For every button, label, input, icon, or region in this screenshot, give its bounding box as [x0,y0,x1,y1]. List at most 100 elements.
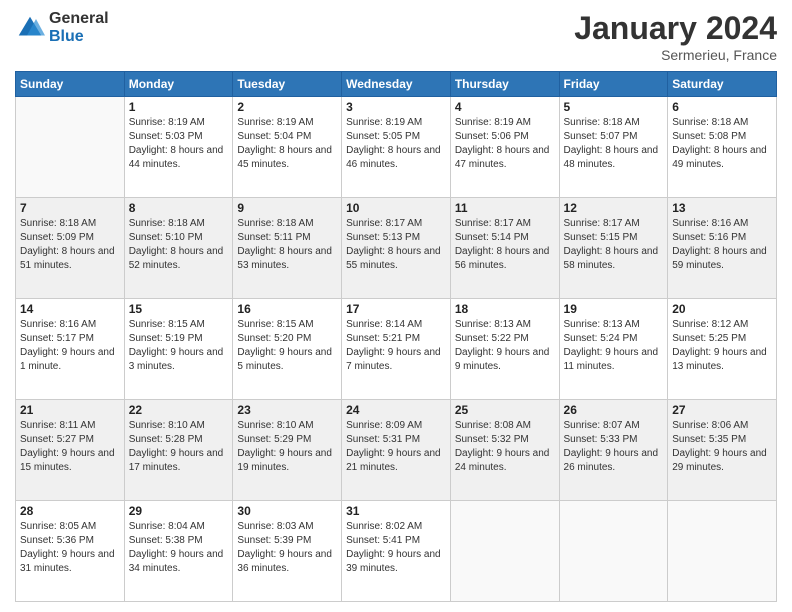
day-info: Sunrise: 8:10 AMSunset: 5:29 PMDaylight:… [237,419,337,475]
calendar-cell: 5 Sunrise: 8:18 AMSunset: 5:07 PMDaylight… [559,97,668,198]
day-info: Sunrise: 8:12 AMSunset: 5:25 PMDaylight:… [672,318,772,374]
day-number: 28 [20,504,120,518]
day-number: 23 [237,403,337,417]
day-info: Sunrise: 8:19 AMSunset: 5:03 PMDaylight:… [129,116,229,172]
day-number: 7 [20,201,120,215]
week-row-4: 21Sunrise: 8:11 AMSunset: 5:27 PMDayligh… [16,400,777,501]
logo: General Blue [15,10,109,45]
calendar-cell: 7 Sunrise: 8:18 AMSunset: 5:09 PMDaylight… [16,198,125,299]
day-info: Sunrise: 8:05 AMSunset: 5:36 PMDaylight:… [20,520,120,576]
calendar-cell: 6 Sunrise: 8:18 AMSunset: 5:08 PMDaylight… [668,97,777,198]
week-row-5: 28 Sunrise: 8:05 AMSunset: 5:36 PMDayligh… [16,501,777,602]
day-number: 17 [346,302,446,316]
day-number: 31 [346,504,446,518]
calendar-cell [450,501,559,602]
calendar-cell: 15 Sunrise: 8:15 AMSunset: 5:19 PMDayligh… [124,299,233,400]
day-number: 13 [672,201,772,215]
day-info: Sunrise: 8:18 AMSunset: 5:07 PMDaylight:… [564,116,664,172]
day-number: 8 [129,201,229,215]
calendar-cell: 13 Sunrise: 8:16 AMSunset: 5:16 PMDayligh… [668,198,777,299]
calendar-cell: 29Sunrise: 8:04 AMSunset: 5:38 PMDayligh… [124,501,233,602]
day-info: Sunrise: 8:18 AMSunset: 5:10 PMDaylight:… [129,217,229,273]
week-row-1: 1 Sunrise: 8:19 AMSunset: 5:03 PMDaylight… [16,97,777,198]
day-info: Sunrise: 8:19 AMSunset: 5:05 PMDaylight:… [346,116,446,172]
calendar-cell [16,97,125,198]
weekday-header-sunday: Sunday [16,72,125,97]
calendar-cell: 26 Sunrise: 8:07 AMSunset: 5:33 PMDayligh… [559,400,668,501]
day-info: Sunrise: 8:14 AMSunset: 5:21 PMDaylight:… [346,318,446,374]
day-info: Sunrise: 8:07 AMSunset: 5:33 PMDaylight:… [564,419,664,475]
day-info: Sunrise: 8:15 AMSunset: 5:20 PMDaylight:… [237,318,337,374]
calendar-cell: 17 Sunrise: 8:14 AMSunset: 5:21 PMDayligh… [342,299,451,400]
weekday-header-monday: Monday [124,72,233,97]
day-number: 15 [129,302,229,316]
title-block: January 2024 Sermerieu, France [574,10,777,63]
day-info: Sunrise: 8:13 AMSunset: 5:22 PMDaylight:… [455,318,555,374]
day-info: Sunrise: 8:19 AMSunset: 5:06 PMDaylight:… [455,116,555,172]
calendar-cell: 1 Sunrise: 8:19 AMSunset: 5:03 PMDaylight… [124,97,233,198]
day-info: Sunrise: 8:15 AMSunset: 5:19 PMDaylight:… [129,318,229,374]
day-number: 2 [237,100,337,114]
day-info: Sunrise: 8:17 AMSunset: 5:13 PMDaylight:… [346,217,446,273]
day-number: 14 [20,302,120,316]
weekday-header-tuesday: Tuesday [233,72,342,97]
calendar-cell: 31 Sunrise: 8:02 AMSunset: 5:41 PMDayligh… [342,501,451,602]
day-info: Sunrise: 8:06 AMSunset: 5:35 PMDaylight:… [672,419,772,475]
calendar-cell: 14Sunrise: 8:16 AMSunset: 5:17 PMDayligh… [16,299,125,400]
day-info: Sunrise: 8:17 AMSunset: 5:15 PMDaylight:… [564,217,664,273]
header: General Blue January 2024 Sermerieu, Fra… [15,10,777,63]
calendar-cell: 19Sunrise: 8:13 AMSunset: 5:24 PMDayligh… [559,299,668,400]
subtitle: Sermerieu, France [574,47,777,63]
weekday-header-row: SundayMondayTuesdayWednesdayThursdayFrid… [16,72,777,97]
day-number: 26 [564,403,664,417]
day-number: 22 [129,403,229,417]
calendar-cell: 2 Sunrise: 8:19 AMSunset: 5:04 PMDaylight… [233,97,342,198]
week-row-3: 14Sunrise: 8:16 AMSunset: 5:17 PMDayligh… [16,299,777,400]
day-info: Sunrise: 8:16 AMSunset: 5:16 PMDaylight:… [672,217,772,273]
day-number: 18 [455,302,555,316]
day-number: 10 [346,201,446,215]
day-info: Sunrise: 8:18 AMSunset: 5:08 PMDaylight:… [672,116,772,172]
calendar-cell: 28 Sunrise: 8:05 AMSunset: 5:36 PMDayligh… [16,501,125,602]
calendar-cell: 8 Sunrise: 8:18 AMSunset: 5:10 PMDaylight… [124,198,233,299]
day-number: 9 [237,201,337,215]
day-info: Sunrise: 8:02 AMSunset: 5:41 PMDaylight:… [346,520,446,576]
weekday-header-thursday: Thursday [450,72,559,97]
calendar-cell: 3Sunrise: 8:19 AMSunset: 5:05 PMDaylight… [342,97,451,198]
day-number: 25 [455,403,555,417]
day-info: Sunrise: 8:19 AMSunset: 5:04 PMDaylight:… [237,116,337,172]
calendar-cell: 12 Sunrise: 8:17 AMSunset: 5:15 PMDayligh… [559,198,668,299]
day-info: Sunrise: 8:09 AMSunset: 5:31 PMDaylight:… [346,419,446,475]
calendar-cell: 16 Sunrise: 8:15 AMSunset: 5:20 PMDayligh… [233,299,342,400]
day-number: 5 [564,100,664,114]
logo-general: General [49,10,109,28]
day-info: Sunrise: 8:03 AMSunset: 5:39 PMDaylight:… [237,520,337,576]
calendar-cell: 4 Sunrise: 8:19 AMSunset: 5:06 PMDaylight… [450,97,559,198]
day-number: 12 [564,201,664,215]
calendar-cell: 27 Sunrise: 8:06 AMSunset: 5:35 PMDayligh… [668,400,777,501]
day-number: 16 [237,302,337,316]
calendar-cell [668,501,777,602]
day-number: 1 [129,100,229,114]
weekday-header-friday: Friday [559,72,668,97]
day-info: Sunrise: 8:18 AMSunset: 5:11 PMDaylight:… [237,217,337,273]
calendar-cell: 9 Sunrise: 8:18 AMSunset: 5:11 PMDaylight… [233,198,342,299]
week-row-2: 7 Sunrise: 8:18 AMSunset: 5:09 PMDaylight… [16,198,777,299]
day-number: 11 [455,201,555,215]
day-info: Sunrise: 8:13 AMSunset: 5:24 PMDaylight:… [564,318,664,374]
day-info: Sunrise: 8:11 AMSunset: 5:27 PMDaylight:… [20,419,120,475]
logo-blue: Blue [49,28,109,46]
day-number: 4 [455,100,555,114]
weekday-header-wednesday: Wednesday [342,72,451,97]
day-info: Sunrise: 8:18 AMSunset: 5:09 PMDaylight:… [20,217,120,273]
day-number: 27 [672,403,772,417]
calendar-cell: 11Sunrise: 8:17 AMSunset: 5:14 PMDayligh… [450,198,559,299]
day-number: 6 [672,100,772,114]
calendar-cell: 18 Sunrise: 8:13 AMSunset: 5:22 PMDayligh… [450,299,559,400]
page: General Blue January 2024 Sermerieu, Fra… [0,0,792,612]
calendar-cell: 25Sunrise: 8:08 AMSunset: 5:32 PMDayligh… [450,400,559,501]
calendar-cell: 10 Sunrise: 8:17 AMSunset: 5:13 PMDayligh… [342,198,451,299]
weekday-header-saturday: Saturday [668,72,777,97]
logo-text: General Blue [49,10,109,45]
day-number: 30 [237,504,337,518]
